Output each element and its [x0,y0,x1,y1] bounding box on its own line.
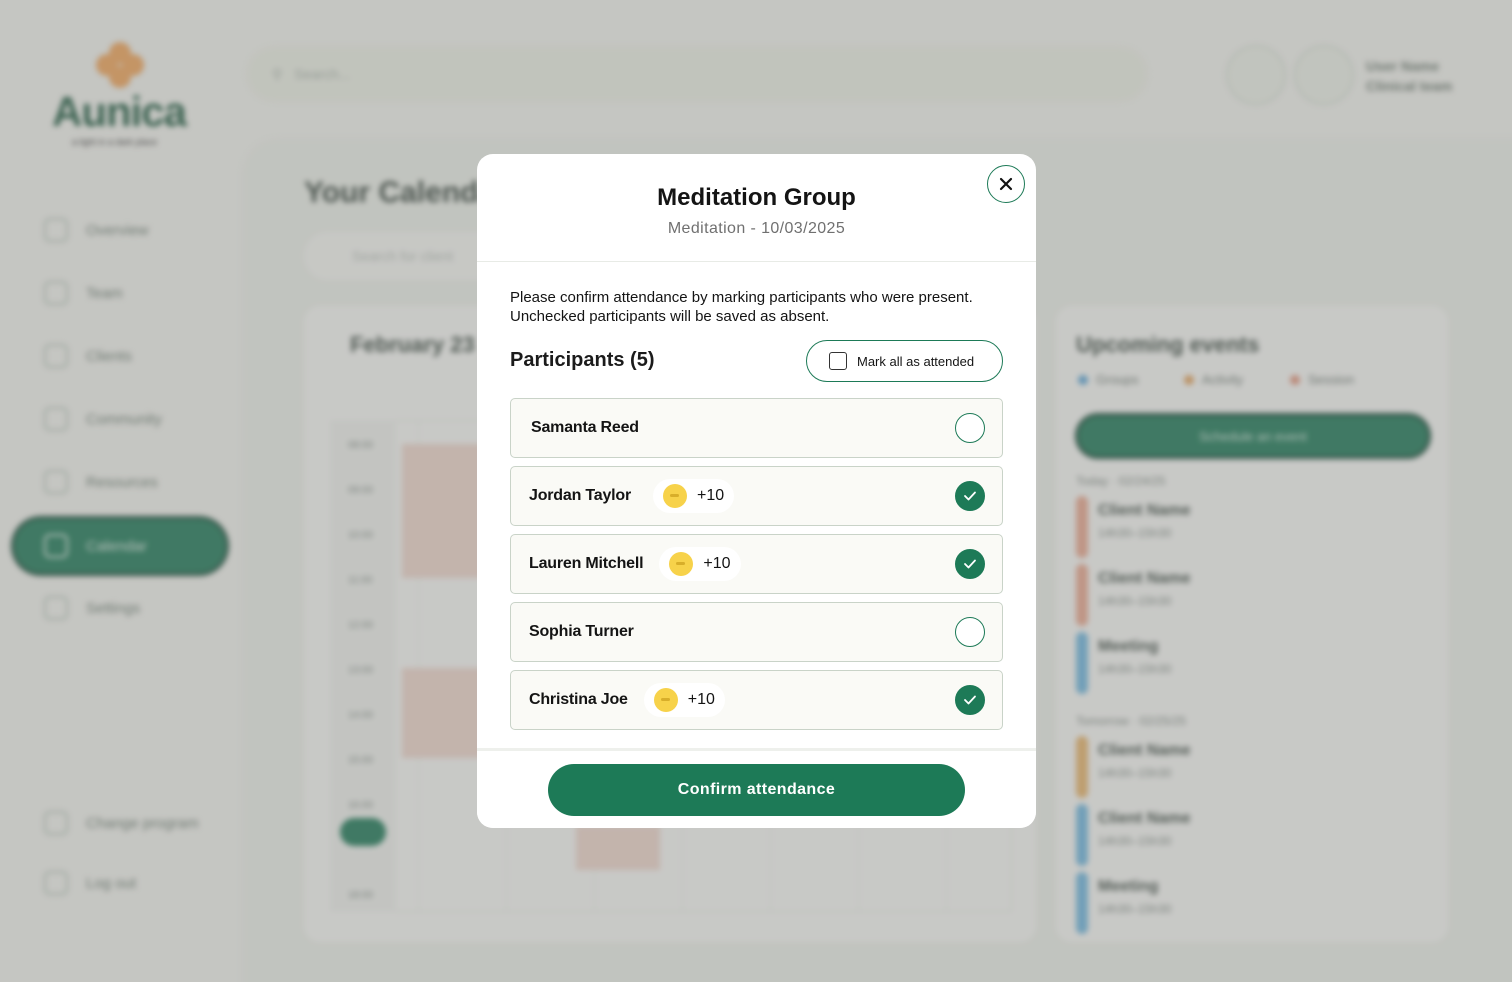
attendance-checkbox[interactable] [955,549,985,579]
check-icon [964,491,976,501]
modal-description: Please confirm attendance by marking par… [510,289,973,325]
participants-heading: Participants (5) [510,349,655,371]
close-icon [999,177,1013,191]
check-icon [964,695,976,705]
mark-all-label: Mark all as attended [857,353,975,369]
participant-row[interactable]: Samanta Reed [510,398,1003,458]
emoji-icon [669,552,694,576]
emoji-icon [653,688,678,712]
attendance-modal: Meditation Group Meditation - 10/03/2025… [477,154,1036,828]
participant-name: Jordan Taylor [529,487,632,504]
participant-name: Samanta Reed [531,419,639,436]
emoji-icon [663,484,688,508]
attendance-checkbox[interactable] [955,617,985,647]
attendance-checkbox[interactable] [955,685,985,715]
modal-footer: Confirm attendance [477,748,1036,828]
confirm-attendance-button[interactable]: Confirm attendance [548,764,965,816]
attendance-checkbox[interactable] [955,481,985,511]
reward-badge: +10 [653,479,735,513]
modal-title: Meditation Group [657,184,856,211]
modal-header: Meditation Group Meditation - 10/03/2025 [477,154,1036,262]
participant-name: Christina Joe [529,691,628,708]
attendance-checkbox[interactable] [955,413,985,443]
reward-badge: +10 [643,683,725,717]
participant-row[interactable]: Christina Joe +10 [510,670,1003,730]
participant-name: Sophia Turner [529,623,634,640]
participant-name: Lauren Mitchell [529,555,644,572]
check-icon [964,559,976,569]
participant-row[interactable]: Lauren Mitchell +10 [510,534,1003,594]
mark-all-attended-button[interactable]: Mark all as attended [806,340,1003,382]
close-button[interactable] [987,165,1025,203]
participant-row[interactable]: Sophia Turner [510,602,1003,662]
modal-subtitle: Meditation - 10/03/2025 [667,220,846,237]
participant-row[interactable]: Jordan Taylor +10 [510,466,1003,526]
reward-badge: +10 [659,547,741,581]
checkbox-icon [829,352,847,370]
